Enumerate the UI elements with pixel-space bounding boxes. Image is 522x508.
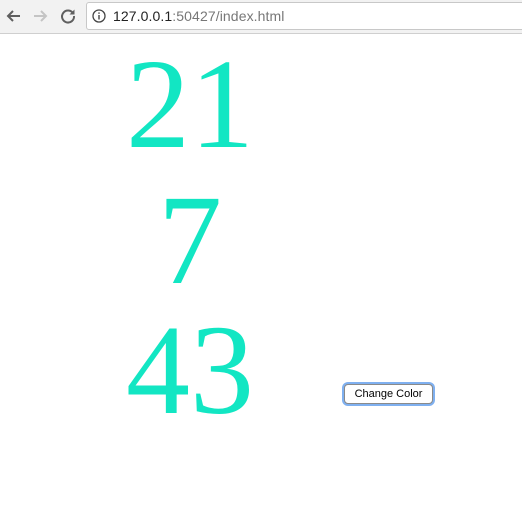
info-icon[interactable] <box>92 9 106 23</box>
url-path: :50427/index.html <box>172 8 285 24</box>
number-display-2: 7 <box>158 169 222 311</box>
change-color-button[interactable]: Change Color <box>344 384 433 404</box>
back-arrow-icon[interactable] <box>3 5 25 27</box>
number-display-1: 21 <box>126 33 254 175</box>
forward-arrow-icon[interactable] <box>29 5 51 27</box>
url-host: 127.0.0.1 <box>113 8 173 24</box>
number-display-3: 43 <box>126 299 254 441</box>
address-bar[interactable]: 127.0.0.1:50427/index.html <box>86 2 522 30</box>
browser-toolbar: 127.0.0.1:50427/index.html <box>0 0 522 34</box>
reload-icon[interactable] <box>57 5 79 27</box>
url-text: 127.0.0.1:50427/index.html <box>113 8 285 24</box>
page-content: 21 7 43 Change Color <box>0 34 522 508</box>
